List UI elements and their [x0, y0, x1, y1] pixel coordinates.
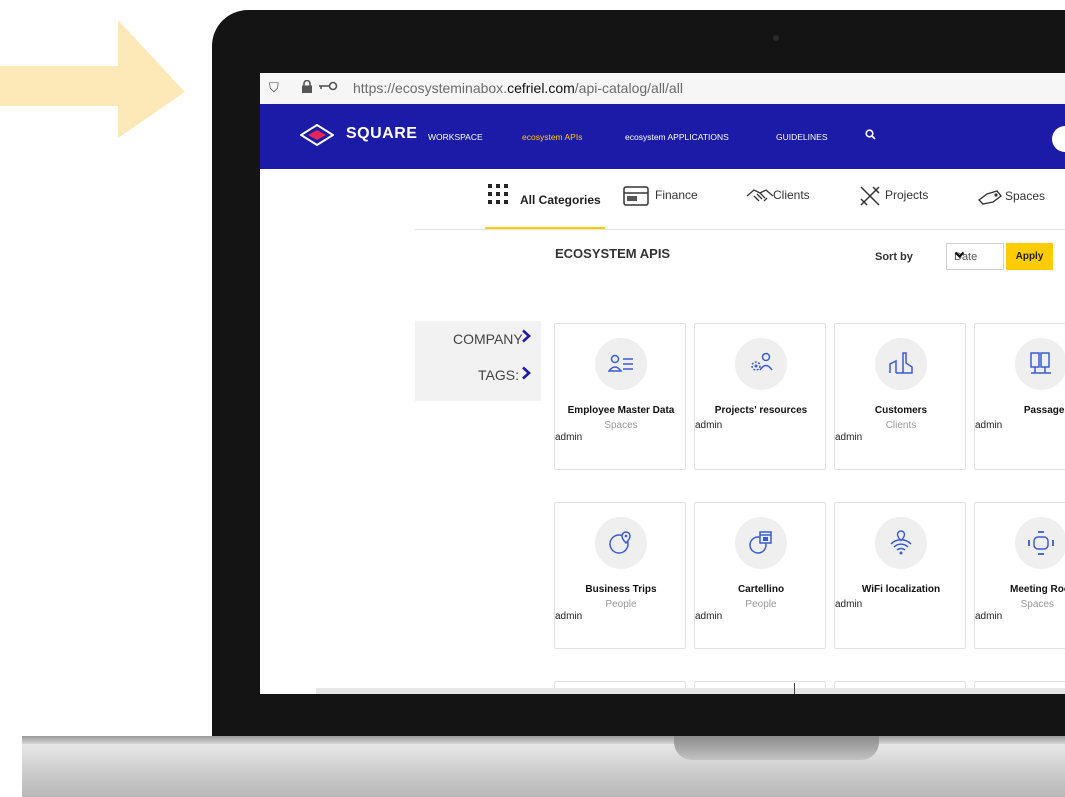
card-title: Cartellino [737, 584, 785, 595]
camera-icon [773, 35, 779, 41]
filter-company-label[interactable]: COMPANY [453, 331, 523, 347]
api-card[interactable]: Passages admin [974, 323, 1065, 470]
api-card[interactable]: Employee Master Data Spaces admin [554, 323, 686, 470]
avatar[interactable] [1052, 126, 1065, 152]
category-clients[interactable]: Clients [773, 188, 810, 202]
arrow-graphic [0, 20, 185, 138]
card-title: Business Trips [585, 584, 657, 595]
square-logo-icon[interactable] [300, 124, 334, 146]
chevron-right-icon[interactable] [521, 329, 531, 347]
search-icon[interactable] [865, 129, 876, 142]
apply-button[interactable]: Apply [1006, 243, 1053, 270]
api-card[interactable]: Meeting Roo Spaces admin [974, 502, 1065, 649]
brand-name[interactable]: SQUARE [346, 125, 417, 143]
card-category: Spaces [1020, 599, 1054, 610]
category-selected-indicator [485, 227, 605, 229]
meeting-table-icon [1015, 517, 1065, 569]
address-bar[interactable]: ⛉ https://ecosysteminabox.cefriel.com/ap… [260, 73, 1065, 105]
key-icon [317, 79, 339, 96]
sort-label: Sort by [875, 251, 913, 263]
globe-pin-icon [595, 517, 647, 569]
grid-icon [488, 184, 508, 204]
sort-select[interactable]: Date [946, 243, 1004, 270]
page-title: ECOSYSTEM APIS [555, 246, 671, 261]
handshake-icon [746, 189, 774, 202]
category-finance[interactable]: Finance [655, 188, 698, 202]
category-projects[interactable]: Projects [885, 188, 928, 202]
tools-icon [860, 186, 880, 206]
laptop-base [22, 736, 1065, 797]
person-list-icon [595, 338, 647, 390]
nav-ecosystem-applications[interactable]: ecosystem APPLICATIONS [625, 132, 729, 142]
doors-icon [1015, 338, 1065, 390]
gear-people-icon [735, 338, 787, 390]
card-owner: admin [835, 432, 863, 443]
card-owner: admin [975, 420, 1003, 431]
card-title: Passages [1023, 405, 1065, 416]
card-owner: admin [835, 599, 863, 610]
api-card[interactable]: Business Trips People admin [554, 502, 686, 649]
card-category: People [745, 599, 777, 610]
shield-icon: ⛉ [269, 80, 279, 95]
filter-tags-label[interactable]: TAGS: [478, 367, 519, 383]
nav-ecosystem-apis[interactable]: ecosystem APIs [522, 132, 582, 142]
laptop-notch [674, 736, 879, 760]
card-title: WiFi localization [861, 584, 941, 595]
top-navbar: SQUARE WORKSPACE ecosystem APIs ecosyste… [260, 104, 1065, 169]
card-title: Meeting Roo [1010, 584, 1065, 595]
card-category: Spaces [604, 420, 638, 431]
card-owner: admin [975, 611, 1003, 622]
category-spaces[interactable]: Spaces [1005, 189, 1045, 203]
api-card[interactable]: WiFi localization admin [834, 502, 966, 649]
lock-icon [301, 79, 313, 96]
nav-guidelines[interactable]: GUIDELINES [776, 132, 828, 142]
card-owner: admin [695, 611, 723, 622]
api-card[interactable]: Projects' resources admin [694, 323, 826, 470]
browser-screen: ⛉ https://ecosysteminabox.cefriel.com/ap… [260, 73, 1065, 694]
card-owner: admin [555, 611, 583, 622]
cursor-mark [794, 683, 795, 694]
chevron-down-icon [954, 249, 998, 263]
card-owner: admin [695, 420, 723, 431]
card-title: Projects' resources [714, 405, 808, 416]
card-owner: admin [555, 432, 583, 443]
wallet-icon [623, 186, 649, 206]
category-bar: All Categories Finance Clients Projects … [415, 169, 1065, 230]
calendar-icon [735, 517, 787, 569]
card-category: Clients [885, 420, 917, 431]
api-card[interactable]: Cartellino People admin [694, 502, 826, 649]
url-text: https://ecosysteminabox.cefriel.com/api-… [353, 80, 683, 96]
api-card[interactable]: Customers Clients admin [834, 323, 966, 470]
card-category: People [605, 599, 637, 610]
filter-sidebar: COMPANY TAGS: [415, 321, 541, 401]
chevron-right-icon[interactable] [521, 366, 531, 384]
factory-icon [875, 338, 927, 390]
nav-workspace[interactable]: WORKSPACE [428, 132, 483, 142]
wifi-pin-icon [875, 517, 927, 569]
screen-bottom-edge [316, 688, 1065, 694]
card-title: Customers [874, 405, 928, 416]
key-icon [977, 190, 1002, 205]
card-title: Employee Master Data [567, 405, 675, 416]
category-all[interactable]: All Categories [520, 193, 601, 207]
